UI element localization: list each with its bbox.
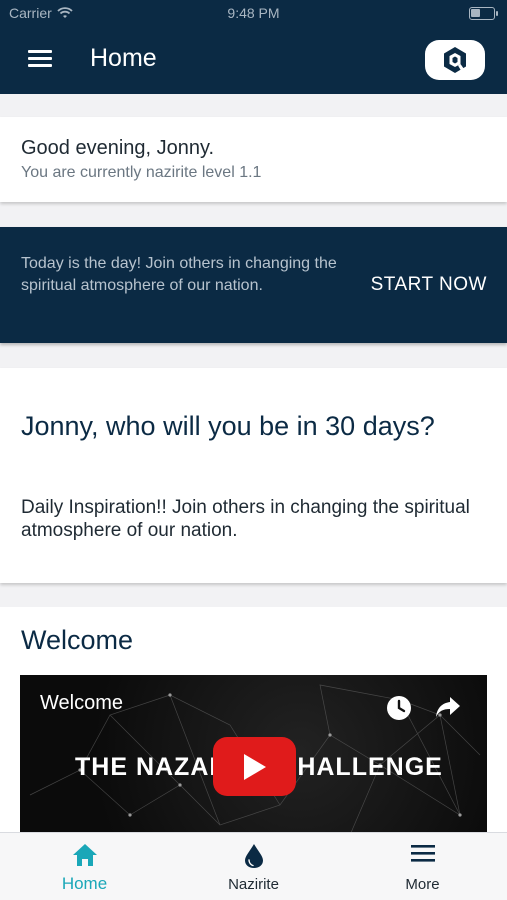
play-button[interactable] (213, 737, 296, 796)
start-banner[interactable]: Today is the day! Join others in changin… (0, 227, 507, 343)
inspiration-card[interactable]: Jonny, who will you be in 30 days? Daily… (0, 368, 507, 583)
tab-nazirite[interactable]: Nazirite (169, 833, 338, 900)
tab-nazirite-label: Nazirite (228, 876, 279, 893)
status-bar: Carrier 9:48 PM (0, 0, 507, 28)
inspiration-body: Daily Inspiration!! Join others in chang… (21, 497, 470, 541)
share-icon[interactable] (434, 695, 462, 719)
app-logo-icon (444, 47, 466, 73)
greeting-text: Good evening, Jonny. (21, 137, 215, 159)
bottom-tab-bar: Home Nazirite More (0, 832, 507, 900)
app-logo-button[interactable] (425, 40, 485, 80)
status-time: 9:48 PM (227, 5, 280, 21)
watch-later-icon[interactable] (386, 695, 412, 721)
battery-icon (469, 7, 498, 20)
page-title: Home (90, 44, 157, 72)
menu-icon (410, 845, 435, 862)
welcome-video[interactable]: Welcome THE NAZARITE CHALLENGE (20, 675, 487, 845)
tab-more-label: More (405, 876, 440, 893)
tab-home-label: Home (61, 874, 108, 893)
level-text: You are currently nazirite level 1.1 (21, 164, 262, 181)
greeting-card: Good evening, Jonny. You are currently n… (0, 117, 507, 202)
banner-text: Today is the day! Join others in changin… (21, 255, 337, 294)
tab-more[interactable]: More (338, 833, 507, 900)
welcome-section: Welcome Welcome THE NAZARITE CHALLENGE (0, 607, 507, 847)
home-icon (72, 844, 97, 866)
top-bar: Carrier 9:48 PM Home (0, 0, 507, 94)
drop-icon (244, 844, 263, 868)
tab-home[interactable]: Home (0, 833, 169, 900)
video-title: Welcome (40, 692, 123, 714)
inspiration-heading: Jonny, who will you be in 30 days? (21, 411, 435, 441)
nav-bar: Home (0, 30, 507, 90)
hamburger-icon[interactable] (28, 50, 52, 68)
start-now-button[interactable]: START NOW (371, 274, 487, 296)
welcome-heading: Welcome (21, 625, 134, 655)
play-icon (243, 753, 266, 780)
